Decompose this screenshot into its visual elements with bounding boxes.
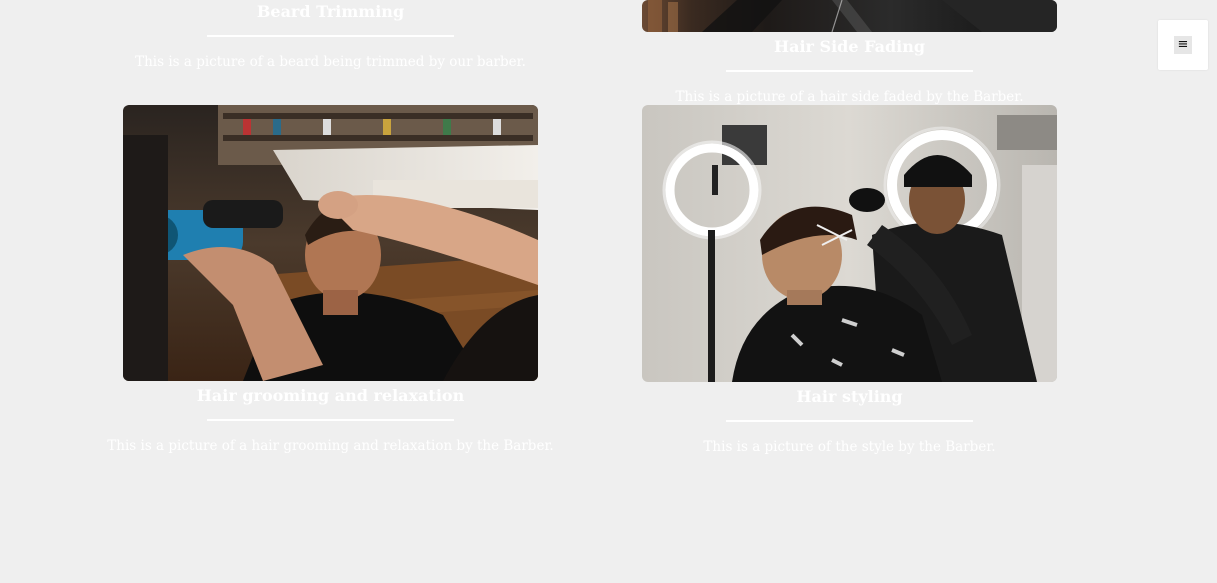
title-divider	[726, 420, 973, 422]
services-gallery: Beard Trimming This is a picture of a be…	[0, 0, 1217, 583]
service-card-hair-styling: Hair styling This is a picture of the st…	[642, 105, 1057, 465]
service-title: Hair grooming and relaxation	[196, 386, 465, 405]
service-photo-hair-grooming	[123, 105, 538, 381]
menu-toggle-button[interactable]: ≡	[1158, 20, 1208, 70]
service-caption: This is a picture of a beard being trimm…	[135, 54, 526, 70]
title-divider	[207, 35, 454, 37]
service-card-beard-trimming: Beard Trimming This is a picture of a be…	[123, 0, 538, 80]
title-divider	[207, 419, 454, 421]
title-divider	[726, 70, 973, 72]
service-title: Beard Trimming	[256, 2, 405, 21]
service-card-hair-grooming: Hair grooming and relaxation This is a p…	[107, 105, 554, 465]
service-card-hair-side-fading: Hair Side Fading This is a picture of a …	[642, 0, 1057, 110]
service-photo-hair-styling	[642, 105, 1057, 382]
service-caption: This is a picture of the style by the Ba…	[703, 439, 996, 455]
service-title: Hair Side Fading	[773, 37, 926, 56]
service-photo-hair-side-fading	[642, 0, 1057, 32]
service-caption: This is a picture of a hair side faded b…	[675, 89, 1024, 105]
service-caption: This is a picture of a hair grooming and…	[107, 438, 554, 454]
hamburger-menu-icon: ≡	[1174, 36, 1192, 54]
service-title: Hair styling	[796, 387, 903, 406]
